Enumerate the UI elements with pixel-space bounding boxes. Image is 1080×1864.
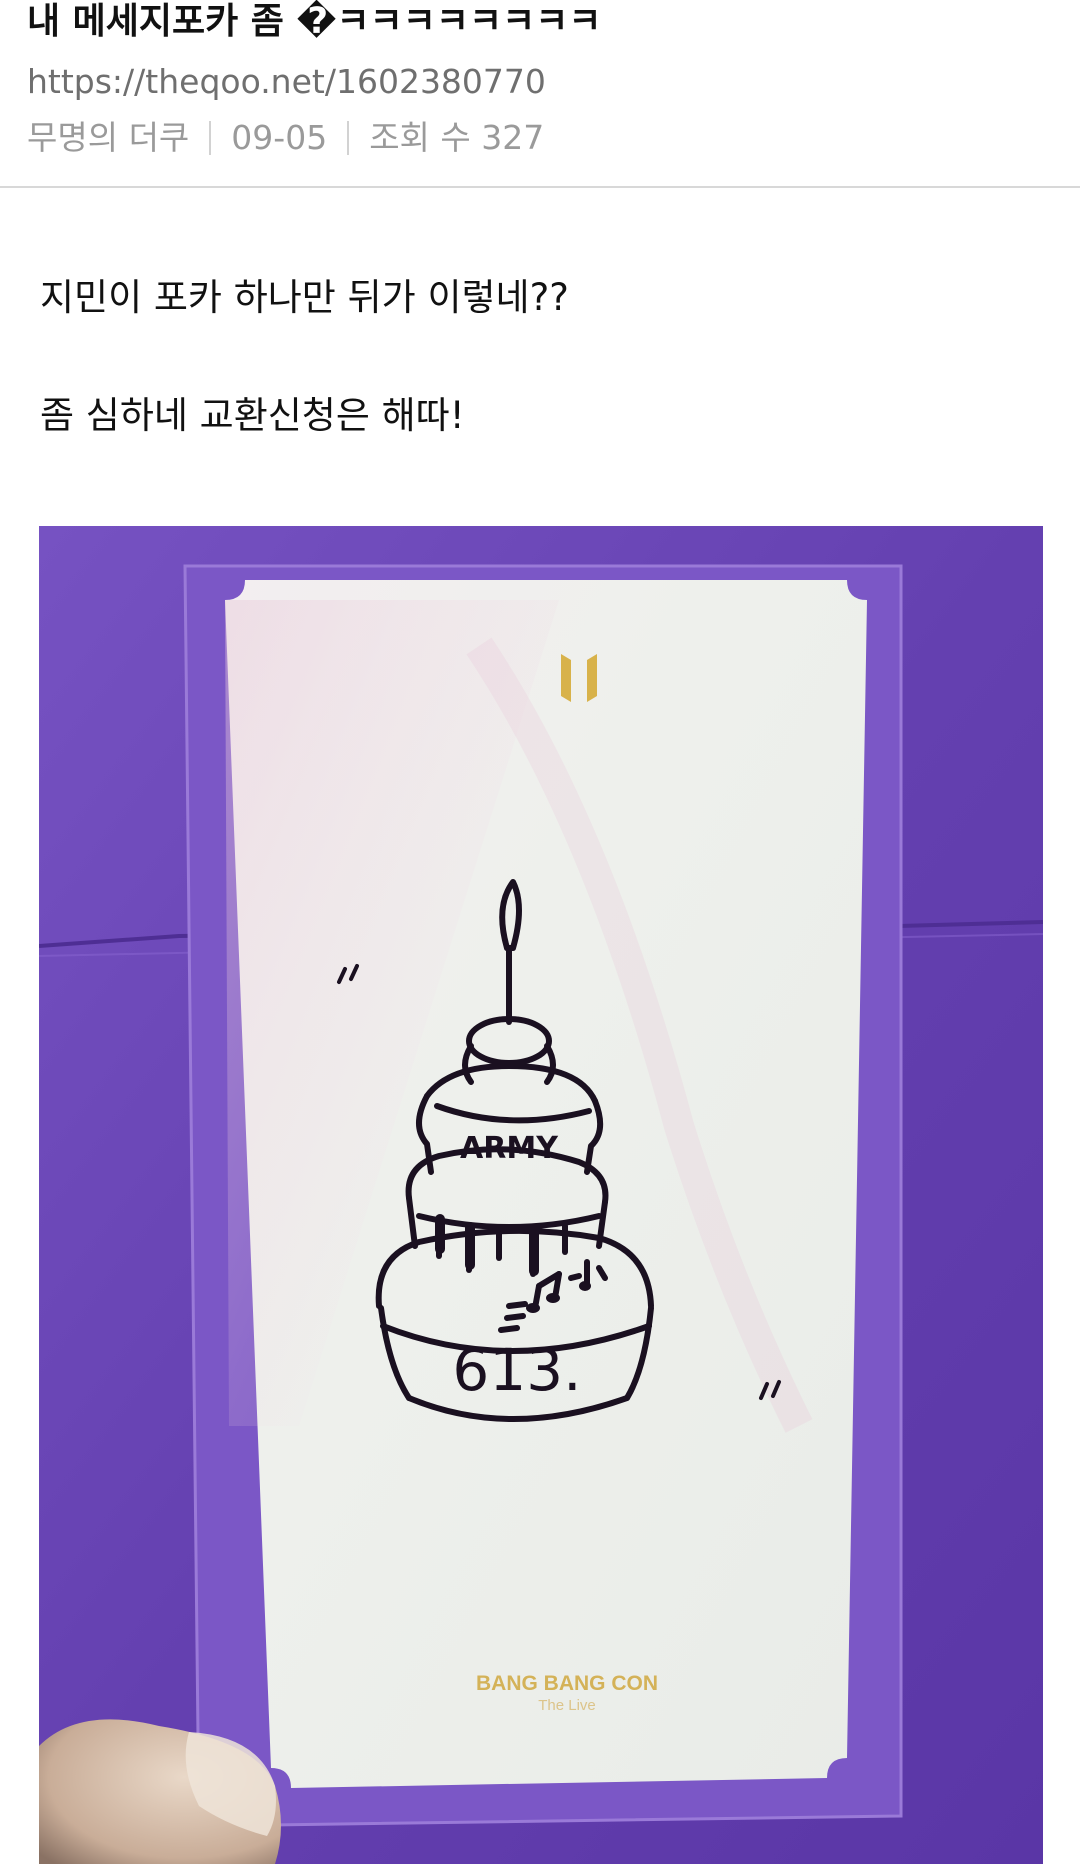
cake-613-text: 613.: [452, 1336, 581, 1404]
post-date: 09-05: [231, 118, 328, 157]
card-title-text: BANG BANG CON: [476, 1672, 658, 1695]
card-subtitle-text: The Live: [538, 1697, 596, 1714]
meta-divider: [347, 121, 350, 155]
post-meta: 무명의 더쿠 09-05 조회 수 327: [27, 118, 544, 158]
author-name[interactable]: 무명의 더쿠: [27, 118, 189, 158]
post-body-line-1: 지민이 포카 하나만 뒤가 이렇네??: [40, 276, 569, 319]
view-count: 조회 수 327: [369, 118, 545, 157]
post-url-link[interactable]: https://theqoo.net/1602380770: [27, 62, 546, 102]
post-photo[interactable]: ARMY 613. BANG BANG CON The Live: [39, 526, 1043, 1864]
photocard-image: ARMY 613. BANG BANG CON The Live: [39, 526, 1043, 1864]
post-header: 내 메세지포카 좀 �ㅋㅋㅋㅋㅋㅋㅋㅋ https://theqoo.net/1…: [0, 0, 1080, 188]
cake-army-text: ARMY: [460, 1131, 559, 1166]
meta-divider: [209, 121, 212, 155]
post-body-line-2: 좀 심하네 교환신청은 해따!: [40, 394, 465, 437]
post-title: 내 메세지포카 좀 �ㅋㅋㅋㅋㅋㅋㅋㅋ: [27, 1, 602, 42]
